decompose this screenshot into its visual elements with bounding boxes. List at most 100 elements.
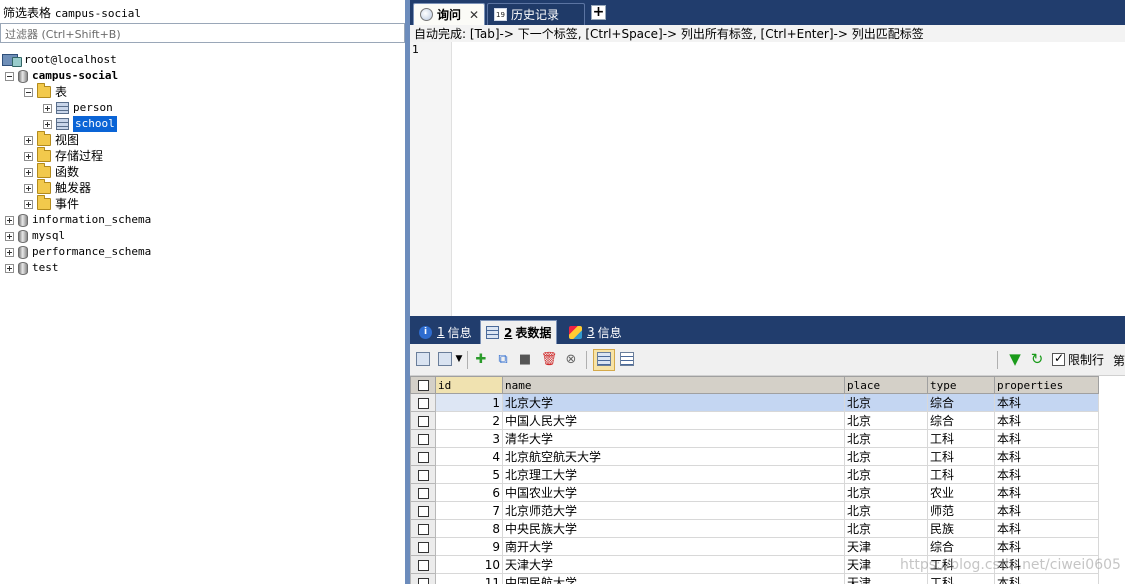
cell-properties[interactable]: 本科 (994, 447, 1099, 466)
cell-name[interactable]: 北京航空航天大学 (502, 447, 845, 466)
tree-table-school[interactable]: school (43, 116, 117, 132)
tree-folder-events[interactable]: 事件 (24, 195, 79, 212)
collapse-icon[interactable] (5, 71, 14, 81)
expand-icon[interactable] (5, 263, 14, 273)
cell-id[interactable]: 6 (435, 483, 503, 502)
cell-properties[interactable]: 本科 (994, 411, 1099, 430)
cell-id[interactable]: 1 (435, 393, 503, 412)
table-row[interactable]: 11 中国民航大学 天津 工科 本科 (410, 573, 1099, 584)
cell-name[interactable]: 北京大学 (502, 393, 845, 412)
tree-table-person[interactable]: person (43, 100, 113, 116)
new-tab-button[interactable]: + (591, 5, 606, 20)
cell-place[interactable]: 天津 (844, 537, 928, 556)
expand-icon[interactable] (24, 167, 33, 177)
tree-folder-tables[interactable]: 表 (24, 83, 67, 100)
table-row[interactable]: 9 南开大学 天津 综合 本科 (410, 537, 1099, 556)
tree-db-mysql[interactable]: mysql (5, 228, 65, 244)
import-button[interactable] (436, 350, 454, 368)
expand-icon[interactable] (5, 231, 14, 241)
cell-name[interactable]: 天津大学 (502, 555, 845, 574)
cell-type[interactable]: 综合 (927, 393, 995, 412)
close-icon[interactable]: ✕ (469, 8, 479, 22)
tab-messages[interactable]: i 1 信息 (414, 320, 477, 344)
expand-icon[interactable] (43, 103, 52, 113)
cell-properties[interactable]: 本科 (994, 519, 1099, 538)
tab-history[interactable]: 19 历史记录 (487, 3, 585, 25)
cell-type[interactable]: 工科 (927, 447, 995, 466)
tree-db-information-schema[interactable]: information_schema (5, 212, 151, 228)
cell-name[interactable]: 清华大学 (502, 429, 845, 448)
cell-place[interactable]: 北京 (844, 393, 928, 412)
cell-type[interactable]: 综合 (927, 537, 995, 556)
table-row[interactable]: 5 北京理工大学 北京 工科 本科 (410, 465, 1099, 484)
cell-type[interactable]: 民族 (927, 519, 995, 538)
tree-folder-triggers[interactable]: 触发器 (24, 179, 91, 196)
cell-place[interactable]: 天津 (844, 573, 928, 584)
row-checkbox[interactable] (410, 519, 436, 538)
cell-place[interactable]: 北京 (844, 447, 928, 466)
cell-name[interactable]: 南开大学 (502, 537, 845, 556)
sql-editor[interactable] (452, 42, 1125, 316)
tree-folder-functions[interactable]: 函数 (24, 163, 79, 180)
cell-id[interactable]: 9 (435, 537, 503, 556)
row-checkbox[interactable] (410, 393, 436, 412)
delete-row-button[interactable]: 🗑 (540, 350, 558, 368)
form-view-button[interactable] (618, 350, 636, 368)
cell-type[interactable]: 工科 (927, 573, 995, 584)
table-row[interactable]: 6 中国农业大学 北京 农业 本科 (410, 483, 1099, 502)
row-checkbox[interactable] (410, 573, 436, 584)
cell-id[interactable]: 3 (435, 429, 503, 448)
cell-type[interactable]: 工科 (927, 465, 995, 484)
cell-name[interactable]: 中国农业大学 (502, 483, 845, 502)
tree-db-campus-social[interactable]: campus-social (5, 68, 118, 84)
save-button[interactable]: ■ (516, 350, 534, 368)
column-header-place[interactable]: place (844, 376, 928, 394)
column-header-properties[interactable]: properties (994, 376, 1099, 394)
table-row[interactable]: 3 清华大学 北京 工科 本科 (410, 429, 1099, 448)
collapse-icon[interactable] (24, 87, 33, 97)
cell-name[interactable]: 北京师范大学 (502, 501, 845, 520)
row-checkbox[interactable] (410, 501, 436, 520)
table-row[interactable]: 7 北京师范大学 北京 师范 本科 (410, 501, 1099, 520)
cell-id[interactable]: 4 (435, 447, 503, 466)
cell-properties[interactable]: 本科 (994, 393, 1099, 412)
expand-icon[interactable] (24, 151, 33, 161)
row-checkbox[interactable] (410, 483, 436, 502)
refresh-icon[interactable]: ↻ (1028, 350, 1046, 368)
table-row[interactable]: 1 北京大学 北京 综合 本科 (410, 393, 1099, 412)
cell-place[interactable]: 北京 (844, 429, 928, 448)
cell-place[interactable]: 北京 (844, 465, 928, 484)
duplicate-row-button[interactable]: ⧉ (494, 350, 512, 368)
cell-properties[interactable]: 本科 (994, 465, 1099, 484)
cell-place[interactable]: 北京 (844, 501, 928, 520)
expand-icon[interactable] (24, 183, 33, 193)
tab-query[interactable]: 询问 ✕ (413, 3, 485, 25)
expand-icon[interactable] (43, 119, 52, 129)
cell-name[interactable]: 中国人民大学 (502, 411, 845, 430)
filter-icon[interactable]: ▼ (1006, 350, 1024, 368)
table-row[interactable]: 4 北京航空航天大学 北京 工科 本科 (410, 447, 1099, 466)
cell-name[interactable]: 中央民族大学 (502, 519, 845, 538)
add-row-button[interactable]: ✚ (472, 350, 490, 368)
row-checkbox[interactable] (410, 411, 436, 430)
filter-input[interactable]: 过滤器 (Ctrl+Shift+B) (0, 23, 405, 43)
dropdown-arrow-icon[interactable]: ▼ (454, 350, 464, 368)
cell-name[interactable]: 中国民航大学 (502, 573, 845, 584)
expand-icon[interactable] (5, 215, 14, 225)
row-checkbox[interactable] (410, 537, 436, 556)
column-header-id[interactable]: id (435, 376, 503, 394)
cell-place[interactable]: 北京 (844, 411, 928, 430)
cell-properties[interactable]: 本科 (994, 429, 1099, 448)
cell-type[interactable]: 工科 (927, 429, 995, 448)
cell-properties[interactable]: 本科 (994, 501, 1099, 520)
row-checkbox[interactable] (410, 555, 436, 574)
tree-root-node[interactable]: root@localhost (2, 52, 117, 68)
tree-folder-views[interactable]: 视图 (24, 131, 79, 148)
cell-id[interactable]: 8 (435, 519, 503, 538)
row-checkbox[interactable] (410, 447, 436, 466)
cell-type[interactable]: 综合 (927, 411, 995, 430)
table-row[interactable]: 8 中央民族大学 北京 民族 本科 (410, 519, 1099, 538)
column-header-type[interactable]: type (927, 376, 995, 394)
cancel-changes-button[interactable]: ⊗ (562, 350, 580, 368)
tab-table-data[interactable]: 2 表数据 (480, 320, 558, 344)
